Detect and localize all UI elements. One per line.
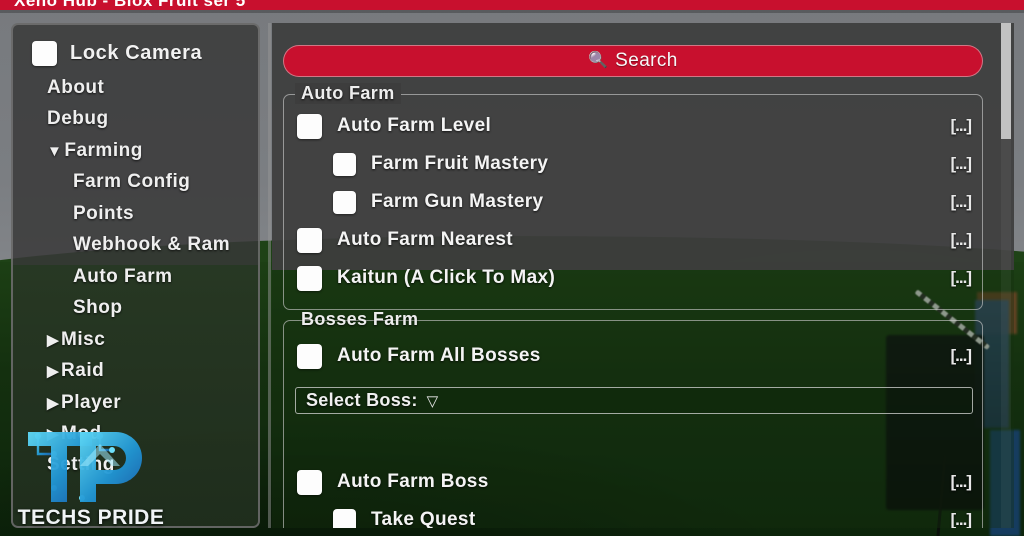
toggle-checkbox[interactable] — [297, 265, 322, 291]
script-hub-window: Lock Camera About Debug ▼ Farming Farm Confi… — [0, 13, 1024, 536]
sidebar-item-farm-config[interactable]: Farm Config — [13, 166, 258, 197]
group-auto-farm-title: Auto Farm — [295, 83, 401, 104]
panel-divider — [268, 23, 271, 528]
option-label: Farm Fruit Mastery — [371, 153, 549, 174]
option-menu-button[interactable]: [...] — [951, 230, 972, 250]
sidebar-item-label: About — [47, 77, 105, 98]
select-boss-dropdown[interactable]: Select Boss: ▽ — [295, 387, 973, 414]
lock-camera-checkbox[interactable] — [32, 41, 57, 66]
sidebar-item-label: Farming — [64, 139, 143, 161]
option-label: Auto Farm All Bosses — [337, 345, 541, 366]
option-row[interactable]: Farm Fruit Mastery [...] — [284, 145, 982, 183]
toggle-checkbox[interactable] — [333, 190, 356, 214]
option-row[interactable]: Take Quest [...] — [284, 501, 982, 528]
sidebar-item-label: Player — [61, 391, 122, 413]
sidebar-item-debug[interactable]: Debug — [13, 103, 258, 134]
option-menu-button[interactable]: [...] — [951, 154, 972, 174]
select-boss-label: Select Boss: — [306, 390, 418, 410]
search-input[interactable]: 🔍 Search — [283, 45, 983, 77]
toggle-checkbox[interactable] — [297, 343, 322, 369]
sidebar: Lock Camera About Debug ▼ Farming Farm Confi… — [11, 23, 260, 528]
chevron-down-icon: ▼ — [47, 142, 63, 160]
option-row[interactable]: Auto Farm Level [...] — [284, 107, 982, 145]
sidebar-item-label: Webhook & Ram — [73, 234, 231, 256]
chevron-right-icon: ▶ — [47, 363, 60, 381]
toggle-checkbox[interactable] — [297, 227, 322, 253]
sidebar-item-webhook-ram[interactable]: Webhook & Ram — [13, 229, 258, 260]
option-row[interactable]: Auto Farm All Bosses [...] — [284, 337, 982, 375]
sidebar-item-misc[interactable]: ▶ Misc — [13, 324, 258, 355]
option-row[interactable]: Farm Gun Mastery [...] — [284, 183, 982, 221]
toggle-checkbox[interactable] — [333, 152, 356, 176]
option-label: Auto Farm Boss — [337, 471, 489, 492]
option-menu-button[interactable]: [...] — [951, 116, 972, 136]
option-label: Kaitun (A Click To Max) — [337, 267, 556, 288]
sidebar-item-label: Farm Config — [73, 171, 191, 193]
option-label: Auto Farm Level — [337, 115, 492, 136]
option-menu-button[interactable]: [...] — [951, 192, 972, 212]
sidebar-item-auto-farm[interactable]: Auto Farm — [13, 261, 258, 292]
sidebar-item-shop[interactable]: Shop — [13, 292, 258, 323]
option-row[interactable]: Auto Farm Boss [...] — [284, 463, 982, 501]
sidebar-item-points[interactable]: Points — [13, 198, 258, 229]
sidebar-item-label: Debug — [47, 108, 109, 130]
window-title-bar: Xeno Hub - Blox Fruit ser 5 — [0, 0, 1024, 10]
toggle-checkbox[interactable] — [297, 113, 322, 139]
sidebar-item-raid[interactable]: ▶ Raid — [13, 355, 258, 386]
option-menu-button[interactable]: [...] — [951, 268, 972, 288]
sidebar-item-lock-camera[interactable]: Lock Camera — [13, 35, 258, 72]
sidebar-item-mod[interactable]: ▶ Mod — [13, 418, 258, 449]
sidebar-item-label: Setting — [47, 454, 115, 476]
group-bosses-farm-title: Bosses Farm — [301, 309, 419, 329]
option-label: Auto Farm Nearest — [337, 229, 513, 250]
toggle-checkbox[interactable] — [333, 508, 356, 528]
option-menu-button[interactable]: [...] — [951, 472, 972, 492]
sidebar-item-label: Raid — [61, 360, 105, 382]
group-auto-farm: Auto Farm Auto Farm Level [...] Farm Fruit… — [283, 83, 983, 310]
chevron-right-icon: ▶ — [47, 394, 60, 412]
sidebar-item-about[interactable]: About — [13, 72, 258, 103]
group-bosses-farm: Bosses Farm Auto Farm All Bosses [...] Se… — [283, 309, 983, 528]
content-pane: 🔍 Search Auto Farm Auto Farm Level [...] F… — [272, 23, 1014, 528]
sidebar-item-label: Mod — [61, 422, 102, 444]
lock-camera-label: Lock Camera — [70, 42, 203, 64]
option-menu-button[interactable]: [...] — [951, 510, 972, 528]
auto-farm-row-list: Auto Farm Level [...] Farm Fruit Mastery [.… — [284, 95, 982, 297]
sidebar-item-label: Misc — [61, 328, 106, 350]
sidebar-item-label: Auto Farm — [73, 265, 173, 287]
window-title: Xeno Hub - Blox Fruit ser 5 — [14, 0, 246, 10]
option-label: Farm Gun Mastery — [371, 191, 544, 212]
option-label: Take Quest — [371, 509, 476, 528]
chevron-down-icon: ▽ — [426, 392, 439, 410]
sidebar-item-label: Points — [73, 202, 135, 224]
search-icon: 🔍 — [588, 52, 609, 69]
option-menu-button[interactable]: [...] — [951, 346, 972, 366]
chevron-right-icon: ▶ — [47, 425, 60, 443]
sidebar-item-setting[interactable]: Setting — [13, 449, 258, 480]
option-row[interactable]: Kaitun (A Click To Max) [...] — [284, 259, 982, 297]
scrollbar-thumb[interactable] — [1001, 23, 1011, 139]
toggle-checkbox[interactable] — [297, 469, 322, 495]
sidebar-item-player[interactable]: ▶ Player — [13, 387, 258, 418]
option-row[interactable]: Auto Farm Nearest [...] — [284, 221, 982, 259]
sidebar-nav-list: About Debug ▼ Farming Farm Config Points Webho… — [13, 72, 258, 481]
chevron-right-icon: ▶ — [47, 331, 60, 349]
title-bar-shadow — [0, 10, 1024, 13]
sidebar-item-farming[interactable]: ▼ Farming — [13, 135, 258, 166]
search-label: Search — [615, 50, 678, 71]
sidebar-item-label: Shop — [73, 297, 123, 319]
